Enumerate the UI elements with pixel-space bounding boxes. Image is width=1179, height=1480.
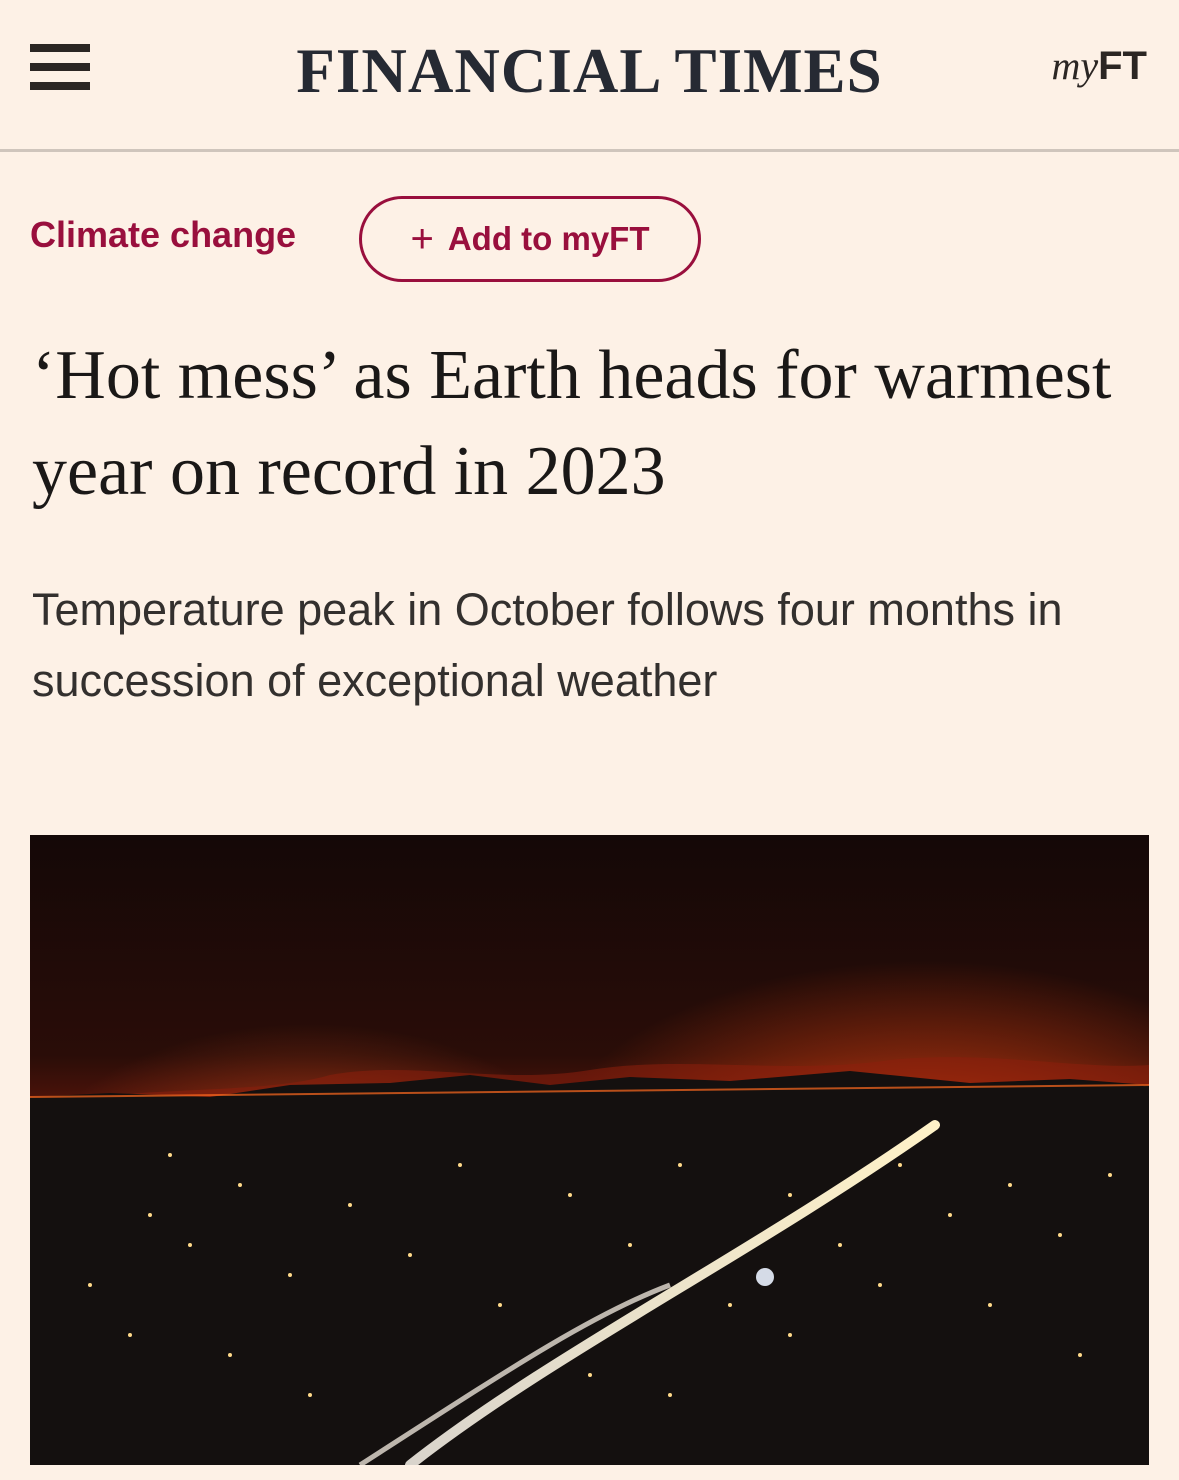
article-headline: ‘Hot mess’ as Earth heads for warmest ye…: [32, 337, 1112, 510]
hero-image-wildfire-town-at-night: [30, 835, 1149, 1465]
site-header: FINANCIAL TIMES myFT: [0, 0, 1179, 152]
add-to-myft-label: Add to myFT: [447, 220, 650, 257]
topic-link-climate-change[interactable]: Climate change: [30, 214, 296, 256]
myft-ft-label: FT: [1098, 44, 1147, 88]
myft-my-label: my: [1051, 43, 1099, 88]
add-to-myft-button[interactable]: + Add to myFT: [359, 196, 701, 282]
plus-icon: +: [410, 217, 434, 261]
hamburger-menu-icon[interactable]: [30, 44, 90, 90]
myft-link[interactable]: myFT: [1051, 42, 1147, 92]
masthead-logo[interactable]: FINANCIAL TIMES: [0, 38, 1179, 104]
article-standfirst: Temperature peak in October follows four…: [32, 584, 1063, 706]
